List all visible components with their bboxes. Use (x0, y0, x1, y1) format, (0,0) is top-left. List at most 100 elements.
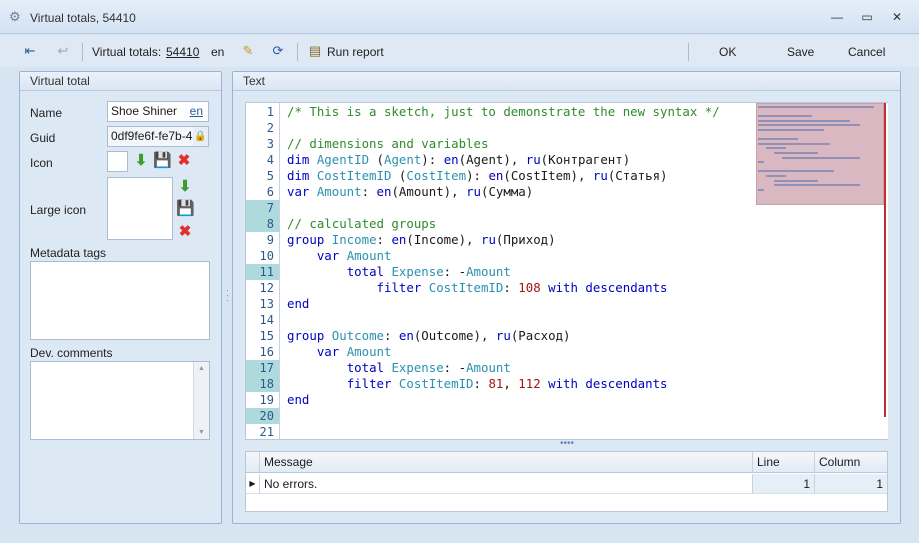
lock-icon: 🔒 (193, 127, 208, 146)
run-report-button[interactable]: Run report (327, 43, 384, 61)
icon-preview[interactable] (107, 151, 128, 172)
load-icon-arrow-icon[interactable]: ⬇ (132, 152, 150, 170)
code-line[interactable]: total Expense: -Amount (287, 360, 511, 376)
name-label: Name (30, 106, 63, 120)
minimap-line (766, 147, 786, 150)
code-area[interactable]: /* This is a sketch, just to demonstrate… (287, 103, 753, 439)
code-line[interactable]: var Amount (287, 248, 392, 264)
row-indicator-header (246, 452, 260, 473)
vertical-splitter-grip[interactable]: · · · (226, 286, 229, 305)
code-token: group (287, 328, 332, 343)
scroll-up-icon[interactable]: ▲ (198, 365, 205, 372)
message-column-header[interactable]: Message (260, 452, 753, 473)
code-line[interactable]: dim AgentID (Agent): en(Agent), ru(Контр… (287, 152, 630, 168)
code-token: Expense (391, 360, 444, 375)
guid-field[interactable]: 0df9fe6f-fe7b-43 🔒 (107, 126, 209, 147)
code-token: total (346, 360, 392, 375)
restore-button[interactable]: ▭ (856, 8, 878, 26)
messages-grid: Message Line Column ▶ No errors. 1 1 (245, 451, 888, 512)
minimize-button[interactable]: — (826, 8, 848, 26)
code-line[interactable]: // dimensions and variables (287, 136, 488, 152)
column-cell[interactable]: 1 (815, 474, 887, 494)
line-cell[interactable]: 1 (753, 474, 815, 494)
minimap-viewport[interactable] (756, 103, 884, 205)
line-number: 17 (246, 360, 279, 376)
entity-id-link[interactable]: 54410 (166, 43, 199, 61)
code-editor[interactable]: 1 2 3 4 5 6 7 8 9 10 11 12 13 14 15 16 17 18 19 20 21 /* Thi… (245, 102, 888, 440)
name-language-link[interactable]: en (190, 102, 203, 121)
code-line[interactable]: group Outcome: en(Outcome), ru(Расход) (287, 328, 571, 344)
code-token: (Контрагент) (540, 152, 631, 167)
large-icon-preview[interactable] (107, 177, 173, 240)
line-column-header[interactable]: Line (753, 452, 815, 473)
code-line[interactable]: end (287, 392, 309, 408)
code-line[interactable]: var Amount (287, 344, 392, 360)
current-row-indicator-icon: ▶ (246, 474, 260, 494)
code-line[interactable]: end (287, 296, 309, 312)
name-field[interactable]: Shoe Shiner en (107, 101, 209, 122)
code-token: ): (421, 152, 444, 167)
line-number: 1 (266, 105, 274, 119)
load-large-icon-arrow-icon[interactable]: ⬇ (176, 178, 194, 196)
horizontal-splitter-grip[interactable]: •••• (559, 439, 575, 449)
line-number: 11 (246, 264, 279, 280)
code-token: (Outcome), (413, 328, 496, 343)
code-token: ru (525, 152, 541, 167)
code-token: en (376, 184, 392, 199)
edit-document-icon[interactable]: ✎ (240, 43, 256, 59)
code-token: group (287, 232, 332, 247)
line-number: 6 (266, 185, 274, 199)
code-token: ru (466, 184, 481, 199)
save-button[interactable]: Save (787, 43, 814, 61)
dev-comments-input[interactable]: ▲ ▼ (30, 361, 210, 440)
code-token: /* This is a sketch, just to demonstrate… (287, 104, 720, 119)
code-token: : (383, 328, 399, 343)
delete-icon-x-icon[interactable]: ✖ (175, 152, 193, 170)
save-icon-floppy-icon[interactable]: 💾 (153, 152, 172, 170)
close-button[interactable]: ✕ (886, 8, 908, 26)
ok-button[interactable]: OK (719, 43, 736, 61)
line-number: 13 (259, 297, 274, 311)
delete-large-icon-x-icon[interactable]: ✖ (176, 223, 194, 241)
metadata-tags-input[interactable] (30, 261, 210, 340)
code-token: (Расход) (510, 328, 571, 343)
minimap-line (758, 115, 812, 118)
back-arrow-icon[interactable]: ↩ (55, 43, 71, 59)
line-number: 3 (266, 137, 274, 151)
code-line[interactable]: total Expense: -Amount (287, 264, 511, 280)
code-line[interactable]: /* This is a sketch, just to demonstrate… (287, 104, 720, 120)
code-token: Amount (466, 360, 511, 375)
save-large-icon-floppy-icon[interactable]: 💾 (176, 200, 195, 218)
code-line[interactable]: // calculated groups (287, 216, 436, 232)
code-line[interactable]: var Amount: en(Amount), ru(Сумма) (287, 184, 533, 200)
comments-scrollbar[interactable]: ▲ ▼ (193, 362, 209, 439)
column-column-header[interactable]: Column (815, 452, 887, 473)
minimap-line (758, 188, 764, 191)
line-number: 21 (259, 425, 274, 439)
line-number: 19 (259, 393, 274, 407)
code-minimap[interactable] (754, 103, 888, 439)
code-token: 81 (488, 376, 504, 391)
code-line[interactable]: dim CostItemID (CostItem): en(CostItem),… (287, 168, 668, 184)
line-number-gutter: 1 2 3 4 5 6 7 8 9 10 11 12 13 14 15 16 17 18 19 20 21 (246, 103, 280, 439)
icon-label: Icon (30, 156, 53, 170)
navigate-list-icon[interactable]: ⇤ (22, 43, 38, 59)
minimap-line (758, 119, 850, 122)
line-number: 4 (266, 153, 274, 167)
code-token: 112 (518, 376, 541, 391)
refresh-icon[interactable]: ⟳ (270, 43, 286, 59)
language-selector[interactable]: en (211, 43, 224, 61)
line-number: 18 (246, 376, 279, 392)
dev-comments-label: Dev. comments (30, 346, 113, 360)
scroll-down-icon[interactable]: ▼ (198, 429, 205, 436)
code-line[interactable]: filter CostItemID: 108 with descendants (287, 280, 668, 296)
code-line[interactable]: group Income: en(Income), ru(Приход) (287, 232, 556, 248)
cancel-button[interactable]: Cancel (848, 43, 885, 61)
line-number: 20 (246, 408, 279, 424)
code-token: : (503, 280, 519, 295)
message-cell[interactable]: No errors. (260, 474, 753, 494)
code-token: (Income), (406, 232, 481, 247)
code-line[interactable]: filter CostItemID: 81, 112 with descenda… (287, 376, 668, 392)
